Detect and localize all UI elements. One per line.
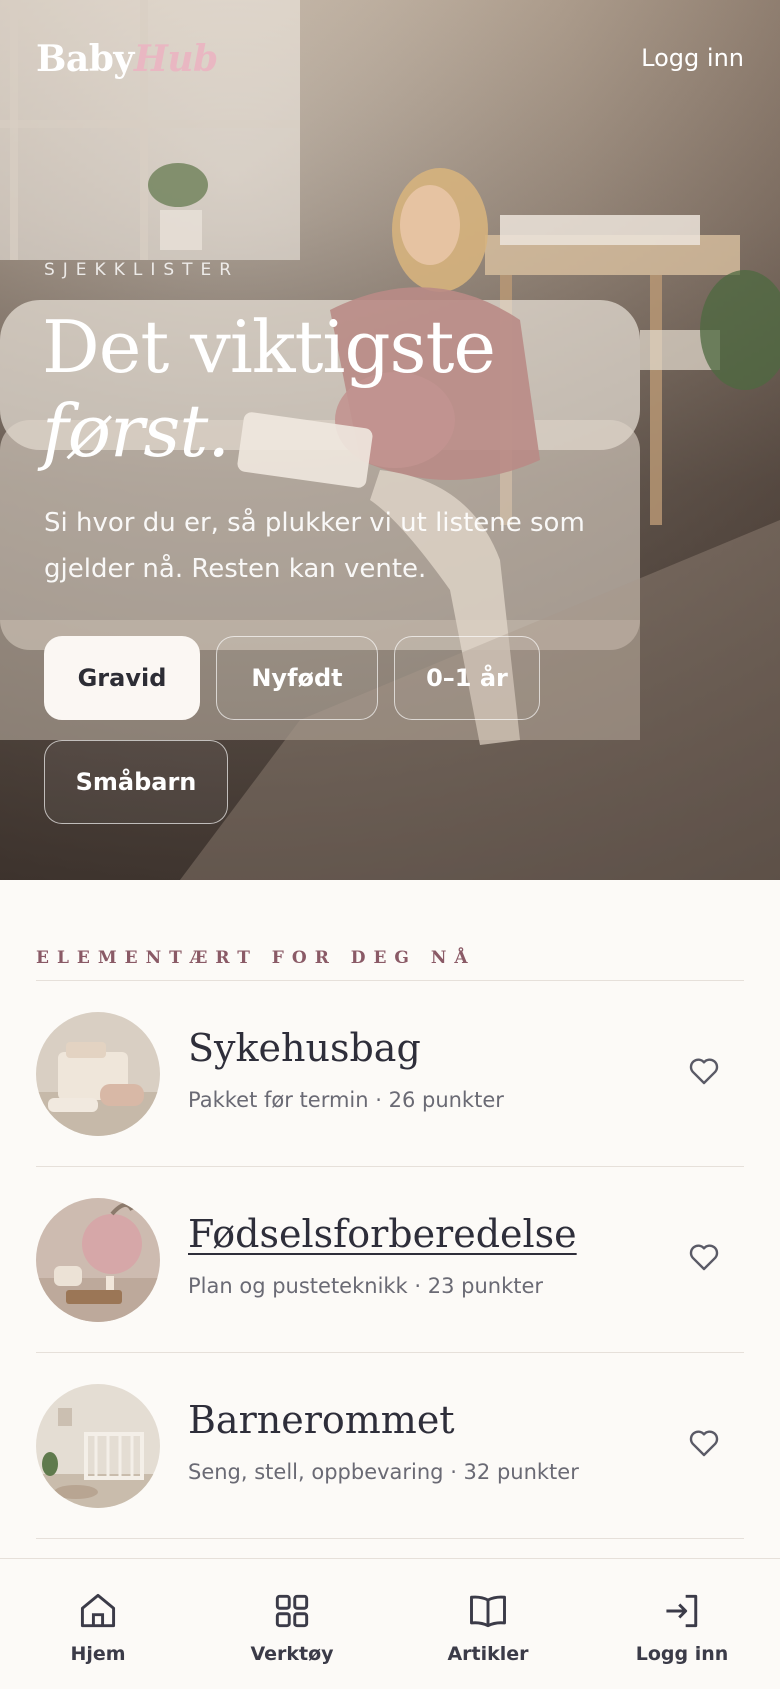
hero-subtitle: Si hvor du er, så plukker vi ut listene … <box>44 508 585 584</box>
brand-logo[interactable]: BabyHub <box>36 38 218 80</box>
chip-0-1-ar[interactable]: 0–1 år <box>394 636 540 720</box>
thumbnail-image <box>36 1012 160 1136</box>
list-item-title[interactable]: Fødselsforberedelse <box>188 1212 577 1256</box>
divider <box>36 1166 744 1167</box>
thumbnail-image <box>36 1384 160 1508</box>
nav-label: Hjem <box>70 1643 126 1665</box>
hero-title-line2: først. <box>42 389 230 473</box>
list-item-meta: Pakket før termin · 26 punkter <box>188 1088 504 1112</box>
grid-icon <box>275 1594 309 1628</box>
nav-label: Verktøy <box>250 1643 334 1665</box>
divider <box>36 980 744 981</box>
hero-section: BabyHub Logg inn SJEKKLISTER Det viktigs… <box>0 0 780 880</box>
heart-outline-icon[interactable] <box>688 1056 720 1086</box>
nav-item-verktoy[interactable]: Verktøy <box>222 1589 362 1665</box>
nav-label: Artikler <box>447 1643 529 1665</box>
hero-title: Det viktigste først. <box>42 305 642 473</box>
nav-label: Logg inn <box>635 1643 729 1665</box>
heart-outline-icon[interactable] <box>688 1242 720 1272</box>
brand-name-part2: Hub <box>133 38 218 80</box>
chip-gravid[interactable]: Gravid <box>44 636 200 720</box>
nav-item-artikler[interactable]: Artikler <box>418 1589 558 1665</box>
brand-name-part1: Baby <box>36 38 134 80</box>
list-item-sykehusbag[interactable]: Sykehusbag Pakket før termin · 26 punkte… <box>36 984 744 1168</box>
list-item-barnerommet[interactable]: Barnerommet Seng, stell, oppbevaring · 3… <box>36 1356 744 1540</box>
list-item-meta: Plan og pusteteknikk · 23 punkter <box>188 1274 544 1298</box>
nav-item-logg-inn[interactable]: Logg inn <box>612 1589 752 1665</box>
section-heading: ELEMENTÆRT FOR DEG NÅ <box>36 948 476 968</box>
header-login-link[interactable]: Logg inn <box>641 44 744 72</box>
list-item-fodselsforberedelse[interactable]: Fødselsforberedelse Plan og pusteteknikk… <box>36 1170 744 1354</box>
nav-item-hjem[interactable]: Hjem <box>28 1589 168 1665</box>
list-item-title: Sykehusbag <box>188 1026 421 1070</box>
list-item-title: Barnerommet <box>188 1398 455 1442</box>
chip-nyfodt[interactable]: Nyfødt <box>216 636 378 720</box>
book-icon <box>470 1595 506 1628</box>
home-icon <box>80 1593 116 1628</box>
list-item-meta: Seng, stell, oppbevaring · 32 punkter <box>188 1460 579 1484</box>
divider <box>36 1352 744 1353</box>
thumbnail-image <box>36 1198 160 1322</box>
heart-outline-icon[interactable] <box>688 1428 720 1458</box>
hero-title-line1: Det viktigste <box>42 305 496 389</box>
hero-eyebrow: SJEKKLISTER <box>44 260 240 280</box>
login-icon <box>666 1594 698 1628</box>
divider <box>36 1538 744 1539</box>
chip-smabarn[interactable]: Småbarn <box>44 740 228 824</box>
bottom-nav: Hjem Verktøy Artikler Logg inn <box>0 1558 780 1689</box>
